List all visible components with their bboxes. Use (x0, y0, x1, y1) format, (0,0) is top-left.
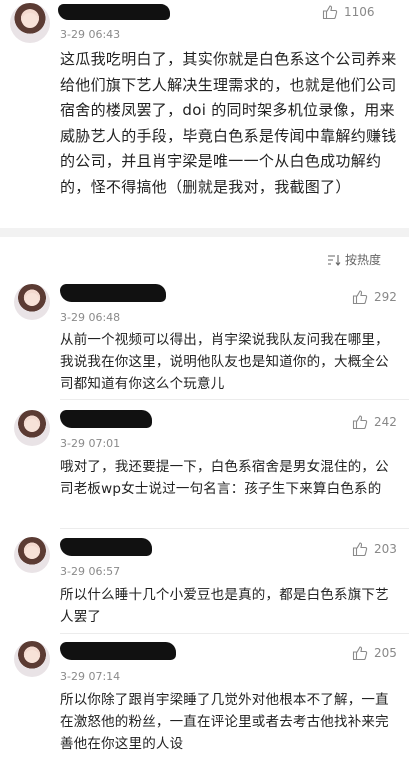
comment-time: 3-29 06:43 (60, 28, 121, 41)
comment-text: 所以你除了跟肖宇梁睡了几觉外对他根本不了解，一直在激怒他的粉丝，一直在评论里或者… (60, 692, 389, 752)
divider (60, 528, 409, 529)
like-button[interactable]: 242 (352, 414, 397, 430)
avatar[interactable] (14, 537, 50, 573)
like-count: 203 (374, 542, 397, 556)
comment-text: 哦对了，我还要提一下，白色系宿舍是男女混住的，公司老板wp女士说过一句名言：孩子… (60, 459, 389, 497)
like-button[interactable]: 292 (352, 289, 397, 305)
comment-time: 3-29 07:01 (60, 437, 121, 450)
like-button[interactable]: 205 (352, 645, 397, 661)
thumbs-up-icon (352, 542, 368, 557)
avatar[interactable] (10, 3, 50, 43)
comment-text: 这瓜我吃明白了，其实你就是白色系这个公司养来给他们旗下艺人解决生理需求的，也就是… (60, 50, 397, 196)
redacted-username (58, 4, 170, 20)
section-divider (0, 228, 409, 237)
divider (60, 633, 409, 634)
comment-text: 所以什么睡十几个小爱豆也是真的，都是白色系旗下艺人罢了 (60, 587, 389, 625)
sort-icon (327, 254, 341, 266)
like-count: 292 (374, 290, 397, 304)
redacted-username (60, 410, 152, 428)
redacted-username (60, 284, 166, 302)
comment-text: 从前一个视频可以得出，肖宇梁说我队友问我在哪里，我说我在你这里，说明他队友也是知… (60, 332, 389, 392)
like-count: 242 (374, 415, 397, 429)
sort-by-heat-button[interactable]: 按热度 (327, 251, 381, 268)
like-count: 205 (374, 646, 397, 660)
divider (60, 399, 409, 400)
avatar[interactable] (14, 284, 50, 320)
comment-time: 3-29 06:48 (60, 311, 121, 324)
avatar[interactable] (14, 410, 50, 446)
redacted-username (60, 642, 176, 660)
sort-label: 按热度 (344, 253, 381, 267)
thumbs-up-icon (322, 5, 338, 20)
comment-time: 3-29 07:14 (60, 670, 121, 683)
thumbs-up-icon (352, 290, 368, 305)
thumbs-up-icon (352, 415, 368, 430)
like-button[interactable]: 203 (352, 541, 397, 557)
like-button[interactable]: 1106 (322, 4, 375, 20)
comment-time: 3-29 06:57 (60, 565, 121, 578)
thumbs-up-icon (352, 646, 368, 661)
like-count: 1106 (344, 5, 375, 19)
avatar[interactable] (14, 641, 50, 677)
redacted-username (60, 538, 152, 556)
